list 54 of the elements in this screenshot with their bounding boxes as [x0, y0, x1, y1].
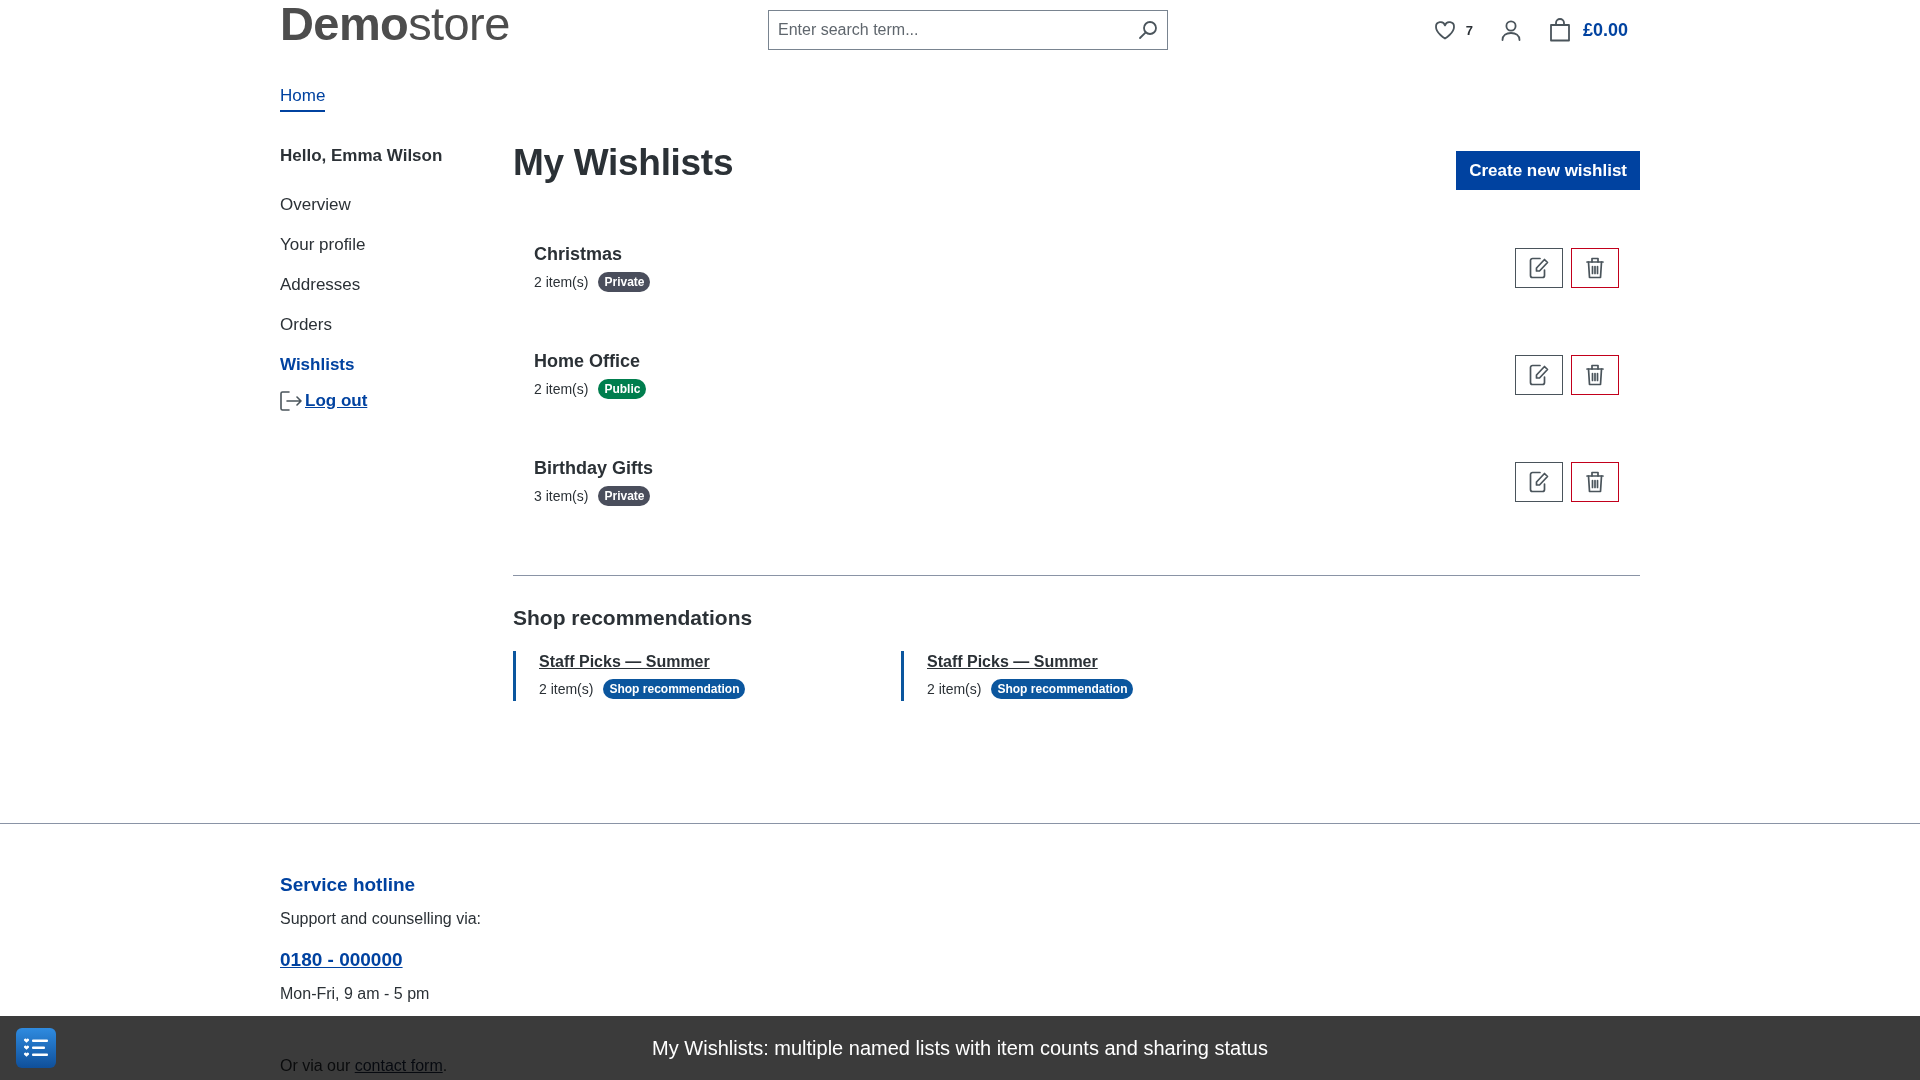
recommendation-badge: Shop recommendation [991, 679, 1134, 699]
checklist-icon [16, 1028, 56, 1068]
search-button[interactable] [1137, 19, 1159, 41]
trash-icon [1586, 471, 1604, 493]
recommendation-badge: Shop recommendation [603, 679, 746, 699]
visibility-badge: Private [598, 272, 651, 292]
user-icon [1500, 19, 1521, 41]
hours-text: Mon-Fri, 9 am - 5 pm [280, 984, 430, 1004]
breadcrumb-link[interactable]: Home [280, 86, 326, 112]
delete-button[interactable] [1571, 248, 1619, 288]
item-count: 3 item(s) [534, 487, 589, 506]
visibility-badge: Private [598, 486, 651, 506]
recommendation-link[interactable]: Staff Picks — Summer [539, 651, 710, 673]
create-wishlist-button[interactable]: Create new wishlist [1456, 151, 1640, 190]
wishlist-name: Birthday Gifts [534, 457, 653, 480]
sidebar-item[interactable]: Addresses [280, 265, 361, 305]
support-text: Support and counselling via: [280, 909, 482, 929]
sidebar-item[interactable]: Your profile [280, 225, 366, 265]
bag-icon [1548, 18, 1571, 42]
logout-icon [280, 391, 302, 411]
wishlist-name: Home Office [534, 350, 642, 373]
edit-icon [1529, 364, 1549, 386]
heart-icon [1433, 20, 1456, 40]
store-logo[interactable]: Demostore [280, 0, 510, 48]
cart-button[interactable]: £0.00 [1548, 16, 1628, 44]
wishlist-button[interactable]: 7 [1433, 18, 1473, 42]
edit-button[interactable] [1515, 462, 1563, 502]
sidebar-item[interactable]: Wishlists [280, 345, 355, 385]
trash-icon [1586, 364, 1604, 386]
sidebar-item[interactable]: Overview [280, 185, 351, 225]
sidebar-item[interactable]: Orders [280, 305, 332, 345]
edit-button[interactable] [1515, 248, 1563, 288]
edit-icon [1529, 257, 1549, 279]
page-title: My Wishlists [513, 143, 734, 183]
logout-link[interactable]: Log out [280, 389, 368, 413]
caption-text: My Wishlists: multiple named lists with item counts and sharing status [652, 1036, 1268, 1060]
recommendation-link[interactable]: Staff Picks — Summer [927, 651, 1098, 673]
phone-link[interactable]: 0180 - 000000 [280, 947, 403, 973]
item-count: 2 item(s) [534, 380, 589, 399]
wishlist-name: Christmas [534, 243, 624, 266]
edit-button[interactable] [1515, 355, 1563, 395]
search-icon [1138, 20, 1158, 40]
trash-icon [1586, 257, 1604, 279]
visibility-badge: Public [598, 379, 647, 399]
item-count: 2 item(s) [539, 680, 594, 699]
item-count: 2 item(s) [534, 273, 589, 292]
section-heading: Shop recommendations [513, 605, 753, 631]
search-field[interactable]: Enter search term... [768, 10, 1168, 50]
delete-button[interactable] [1571, 462, 1619, 502]
item-count: 2 item(s) [927, 680, 982, 699]
hotline-heading: Service hotline [280, 873, 416, 897]
edit-icon [1529, 471, 1549, 493]
delete-button[interactable] [1571, 355, 1619, 395]
greeting-text: Hello, Emma Wilson [280, 145, 443, 167]
